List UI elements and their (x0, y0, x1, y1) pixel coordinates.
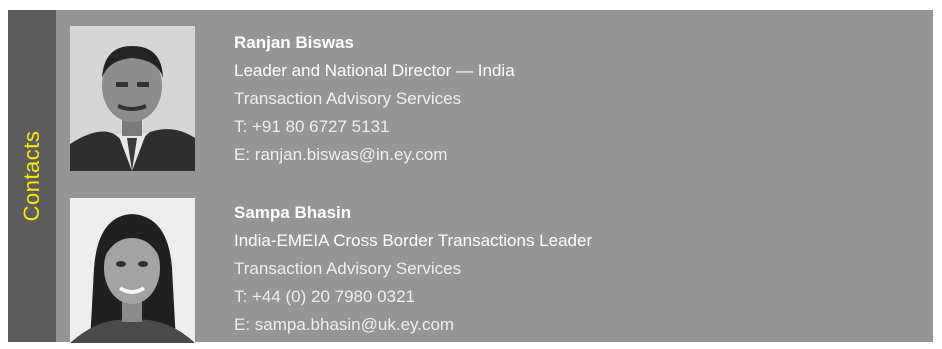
contact-name: Sampa Bhasin (234, 203, 352, 222)
contact-department: Transaction Advisory Services (234, 259, 462, 278)
contact-card-ranjan-biswas: Ranjan Biswas Leader and National Direct… (234, 29, 924, 169)
contact-phone: T: +44 (0) 20 7980 0321 (234, 287, 415, 306)
contact-email[interactable]: E: sampa.bhasin@uk.ey.com (234, 311, 924, 339)
contact-department: Transaction Advisory Services (234, 89, 462, 108)
contact-title: Leader and National Director — India (234, 61, 515, 80)
contacts-section-label: Contacts (19, 130, 44, 222)
contact-photo-ranjan-biswas (70, 26, 195, 171)
contact-photo-sampa-bhasin (70, 198, 195, 343)
contact-name: Ranjan Biswas (234, 33, 354, 52)
contact-title: India-EMEIA Cross Border Transactions Le… (234, 231, 593, 250)
contact-card-sampa-bhasin: Sampa Bhasin India-EMEIA Cross Border Tr… (234, 199, 924, 339)
contact-email[interactable]: E: ranjan.biswas@in.ey.com (234, 141, 924, 169)
contact-phone: T: +91 80 6727 5131 (234, 117, 390, 136)
